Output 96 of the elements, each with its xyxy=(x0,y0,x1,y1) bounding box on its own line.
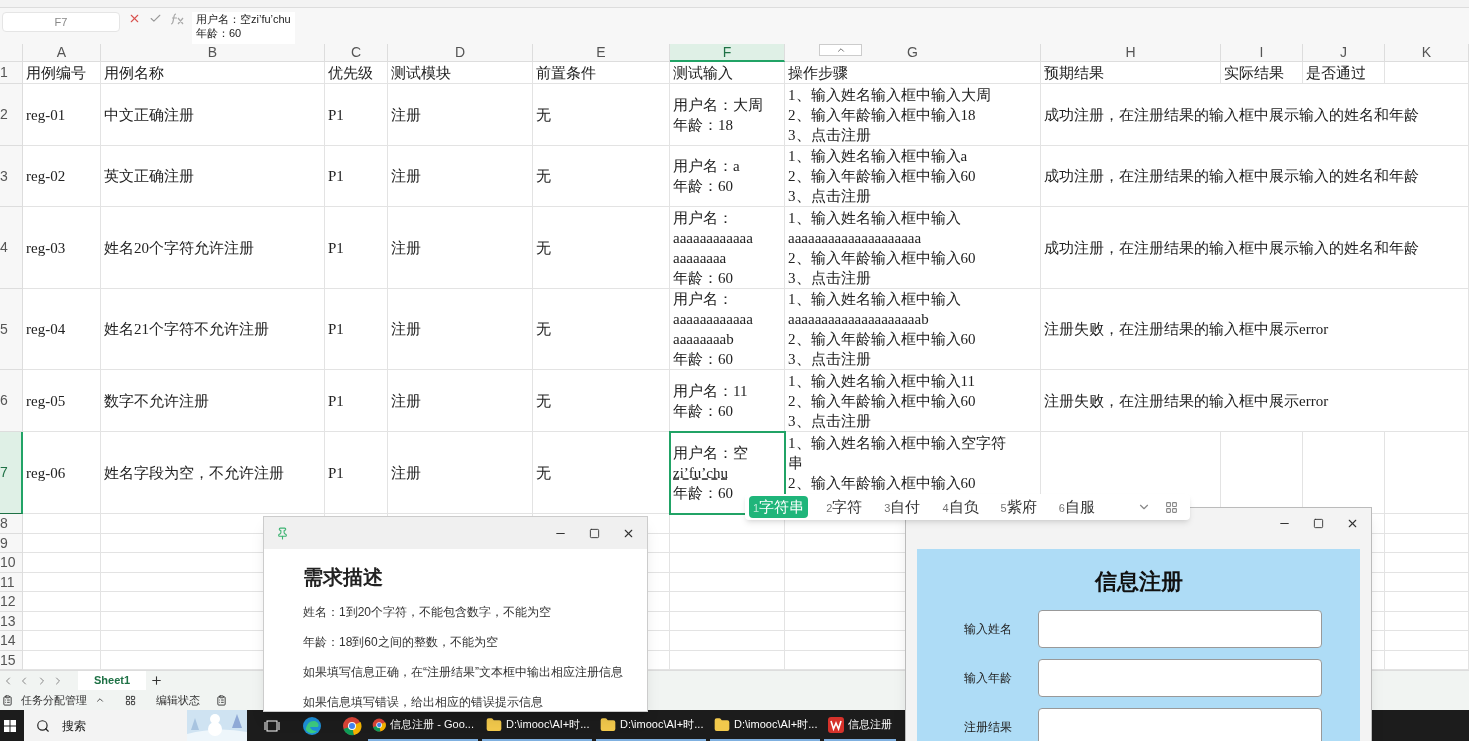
table-cell: 注册 xyxy=(388,207,533,289)
table-cell: 1、输入姓名输入框中输入大周 2、输入年龄输入框中输入18 3、点击注册 xyxy=(785,84,1041,146)
table-cell: P1 xyxy=(325,370,388,432)
status-text: 编辑状态 xyxy=(156,692,200,708)
table-cell: 无 xyxy=(533,84,670,146)
table-cell: reg-04 xyxy=(23,289,101,370)
table-cell: 是否通过 xyxy=(1303,62,1385,84)
row-header[interactable]: 6 xyxy=(0,370,23,432)
formula-text: 用户名：空zi’fu’chu xyxy=(196,12,291,26)
table-cell: 中文正确注册 xyxy=(101,84,325,146)
table-cell: 用户名：大周 年龄：18 xyxy=(670,84,785,146)
table-cell: 无 xyxy=(533,146,670,207)
requirement-text: 如果填写信息正确，在“注册结果”文本框中输出相应注册信息 xyxy=(303,664,623,681)
row-header[interactable]: 10 xyxy=(0,553,23,573)
table-cell: 无 xyxy=(533,289,670,370)
table-cell: 用户名： aaaaaaaaaaaa aaaaaaaab 年龄：60 xyxy=(670,289,785,370)
table-cell: 前置条件 xyxy=(533,62,670,84)
table-cell: 注册失败，在注册结果的输入框中展示error xyxy=(1041,289,1469,370)
table-cell: 姓名20个字符允许注册 xyxy=(101,207,325,289)
table-cell: 注册 xyxy=(388,146,533,207)
row-header[interactable]: 5 xyxy=(0,289,23,370)
table-cell: reg-03 xyxy=(23,207,101,289)
row-header[interactable]: 8 xyxy=(0,514,23,534)
table-cell: P1 xyxy=(325,432,388,514)
formula-text: 年龄：60 xyxy=(196,26,243,40)
table-cell: reg-01 xyxy=(23,84,101,146)
taskbar-item[interactable]: 信息注册 xyxy=(824,710,896,741)
column-header[interactable]: I xyxy=(1221,44,1303,62)
table-cell: 注册 xyxy=(388,84,533,146)
table-cell: 1、输入姓名输入框中输入11 2、输入年龄输入框中输入60 3、点击注册 xyxy=(785,370,1041,432)
column-header[interactable]: F xyxy=(670,44,785,62)
table-cell: 数字不允许注册 xyxy=(101,370,325,432)
sheet-tab[interactable]: Sheet1 xyxy=(78,671,147,690)
row-header[interactable]: 1 xyxy=(0,62,23,84)
table-cell: P1 xyxy=(325,146,388,207)
table-cell: 操作步骤 xyxy=(785,62,1041,84)
table-cell: P1 xyxy=(325,84,388,146)
table-cell: 注册 xyxy=(388,432,533,514)
status-text[interactable]: 任务分配管理 xyxy=(21,691,87,709)
field-label: 输入年龄 xyxy=(964,670,1013,687)
column-header[interactable]: C xyxy=(325,44,388,62)
table-cell: 姓名字段为空，不允许注册 xyxy=(101,432,325,514)
table-cell: 用例编号 xyxy=(23,62,101,84)
table-cell: 注册 xyxy=(388,370,533,432)
requirement-text: 姓名：1到20个字符，不能包含数字，不能为空 xyxy=(303,604,552,621)
table-cell: 姓名21个字符不允许注册 xyxy=(101,289,325,370)
table-cell: 测试输入 xyxy=(670,62,785,84)
table-cell: reg-06 xyxy=(23,432,101,514)
table-cell: 注册失败，在注册结果的输入框中展示error xyxy=(1041,370,1469,432)
table-cell: 测试模块 xyxy=(388,62,533,84)
formula-content[interactable]: 用户名：空zi’fu’chu 年龄：60 xyxy=(192,12,295,46)
name-box[interactable]: F7 xyxy=(2,12,120,32)
field-label: 输入姓名 xyxy=(964,621,1013,638)
table-cell: 预期结果 xyxy=(1041,62,1221,84)
table-cell: 无 xyxy=(533,370,670,432)
table-cell: 用户名：a 年龄：60 xyxy=(670,146,785,207)
table-cell: 1、输入姓名输入框中输入a 2、输入年龄输入框中输入60 3、点击注册 xyxy=(785,146,1041,207)
table-cell: 成功注册，在注册结果的输入框中展示输入的姓名和年龄 xyxy=(1041,146,1469,207)
row-header[interactable]: 14 xyxy=(0,631,23,651)
table-cell: 成功注册，在注册结果的输入框中展示输入的姓名和年龄 xyxy=(1041,84,1469,146)
row-header[interactable]: 4 xyxy=(0,207,23,289)
row-header[interactable]: 12 xyxy=(0,592,23,612)
table-cell: 1、输入姓名输入框中输入 aaaaaaaaaaaaaaaaaaaa 2、输入年龄输入框中输入60 3、点击注册 xyxy=(785,207,1041,289)
table-cell: 实际结果 xyxy=(1221,62,1303,84)
table-cell: 用户名：11 年龄：60 xyxy=(670,370,785,432)
table-cell: 注册 xyxy=(388,289,533,370)
table-cell: P1 xyxy=(325,207,388,289)
window-heading: 需求描述 xyxy=(303,565,383,590)
row-header[interactable]: 3 xyxy=(0,146,23,207)
column-header[interactable]: E xyxy=(533,44,670,62)
table-cell: 成功注册，在注册结果的输入框中展示输入的姓名和年龄 xyxy=(1041,207,1469,289)
ime-candidate[interactable]: 6自服 xyxy=(1054,495,1099,519)
table-cell: P1 xyxy=(325,289,388,370)
table-cell: reg-05 xyxy=(23,370,101,432)
column-header[interactable]: A xyxy=(23,44,101,62)
column-header[interactable]: J xyxy=(1303,44,1385,62)
column-header[interactable]: B xyxy=(101,44,325,62)
column-header[interactable]: H xyxy=(1041,44,1221,62)
table-cell: 用户名： aaaaaaaaaaaa aaaaaaaa 年龄：60 xyxy=(670,207,785,289)
table-cell: 无 xyxy=(533,207,670,289)
column-header[interactable]: D xyxy=(388,44,533,62)
table-cell: reg-02 xyxy=(23,146,101,207)
table-cell: 英文正确注册 xyxy=(101,146,325,207)
search-field[interactable]: 搜索 xyxy=(24,710,247,741)
column-header[interactable]: K xyxy=(1385,44,1469,62)
table-cell: 优先级 xyxy=(325,62,388,84)
taskbar-item[interactable]: D:\imooc\AI+时... xyxy=(710,710,820,741)
row-header[interactable]: 2 xyxy=(0,84,23,146)
requirement-text: 年龄：18到60之间的整数，不能为空 xyxy=(303,634,498,651)
form-title: 信息注册 xyxy=(1094,568,1183,596)
table-cell: 无 xyxy=(533,432,670,514)
field-label: 注册结果 xyxy=(964,719,1013,736)
row-header[interactable]: 7 xyxy=(0,432,23,514)
table-cell: 1、输入姓名输入框中输入 aaaaaaaaaaaaaaaaaaaab 2、输入年龄输入框中输入60 3、点击注册 xyxy=(785,289,1041,370)
requirement-text: 如果信息填写错误，给出相应的错误提示信息 xyxy=(303,694,543,711)
table-cell: 用例名称 xyxy=(101,62,325,84)
